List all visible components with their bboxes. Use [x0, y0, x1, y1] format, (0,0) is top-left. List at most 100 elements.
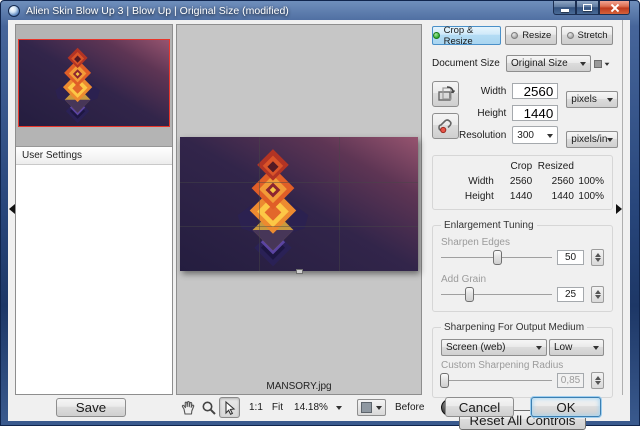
spin-down-icon: [595, 295, 601, 299]
slider-thumb[interactable]: [465, 287, 474, 302]
document-size-select[interactable]: Original Size: [506, 55, 591, 72]
crop-tool-button[interactable]: [219, 397, 240, 418]
spin-up-icon: [595, 376, 601, 380]
minimize-button[interactable]: [553, 1, 576, 15]
navigator-thumbnail-zone: [16, 25, 172, 147]
active-tab-dot-icon: [433, 32, 440, 39]
height-label: Height: [459, 108, 512, 119]
size-summary-group: Crop Resized Width 2560 2560 100% Height…: [432, 155, 613, 210]
crop-grid-line: [180, 182, 418, 183]
table-row: Height 1440 1440 100%: [439, 189, 606, 204]
slider-thumb[interactable]: [493, 250, 502, 265]
minimize-icon: [561, 9, 569, 12]
custom-radius-label: Custom Sharpening Radius: [441, 360, 604, 371]
bottom-bar: Save 1:1: [8, 394, 630, 421]
crop-column-header: Crop: [496, 159, 534, 174]
before-button[interactable]: Before: [395, 402, 424, 413]
lock-proportions-button[interactable]: [432, 113, 459, 139]
collapse-left-panel-arrow[interactable]: [9, 204, 15, 214]
mode-tabs: Crop & Resize Resize Stretch: [432, 26, 613, 45]
app-window: Alien Skin Blow Up 3 | Blow Up | Origina…: [0, 0, 640, 426]
zoom-actual-button[interactable]: 1:1: [249, 402, 263, 413]
rotate-crop-button[interactable]: [432, 81, 459, 107]
chevron-down-icon: [536, 346, 542, 353]
inactive-tab-dot-icon: [567, 32, 574, 39]
app-icon: [8, 5, 20, 17]
crop-grid-line: [259, 137, 260, 271]
presets-menu-button[interactable]: [591, 59, 613, 69]
color-swatch: [361, 402, 372, 413]
spin-up-icon: [595, 253, 601, 257]
background-color-select[interactable]: [357, 399, 386, 416]
maximize-icon: [583, 4, 592, 11]
add-grain-slider[interactable]: [441, 287, 552, 302]
cancel-button[interactable]: Cancel: [445, 397, 514, 417]
width-input[interactable]: [512, 83, 558, 99]
size-summary-table: Crop Resized Width 2560 2560 100% Height…: [439, 159, 606, 204]
magnifier-icon: [201, 400, 217, 416]
add-grain-spinner[interactable]: [591, 286, 604, 303]
presets-menu-icon: [594, 60, 602, 68]
custom-radius-spinner: [591, 372, 604, 389]
resolution-units-select[interactable]: pixels/in: [566, 131, 618, 148]
tab-resize[interactable]: Resize: [505, 26, 557, 45]
enlargement-tuning-group: Enlargement Tuning Sharpen Edges 50 Add …: [432, 220, 613, 312]
arrow-cursor-icon: [222, 400, 238, 416]
sharpen-edges-label: Sharpen Edges: [441, 237, 604, 248]
tab-stretch[interactable]: Stretch: [561, 26, 613, 45]
chevron-down-icon: [607, 98, 613, 105]
resolution-select[interactable]: 300: [512, 126, 558, 144]
output-medium-select[interactable]: Screen (web): [441, 339, 547, 356]
sharpening-amount-select[interactable]: Low: [549, 339, 604, 356]
output-sharpening-group: Sharpening For Output Medium Screen (web…: [432, 322, 613, 398]
crop-resize-panel: Crop & Resize Resize Stretch Document Si…: [425, 23, 618, 395]
chevron-down-icon: [580, 62, 586, 69]
preview-image[interactable]: [180, 137, 418, 271]
inactive-tab-dot-icon: [511, 32, 518, 39]
preview-area[interactable]: MANSORY.jpg: [176, 24, 422, 395]
slider-thumb[interactable]: [440, 373, 449, 388]
units-select[interactable]: pixels: [566, 91, 618, 108]
height-input[interactable]: [512, 105, 558, 121]
user-settings-list[interactable]: [16, 165, 172, 394]
zoom-fit-button[interactable]: Fit: [272, 402, 283, 413]
crop-grid-line: [339, 137, 340, 271]
enlargement-tuning-title: Enlargement Tuning: [441, 220, 537, 231]
chevron-down-icon: [336, 406, 342, 413]
hand-icon: [180, 400, 196, 416]
lock-proportions-icon: [437, 117, 455, 135]
chevron-down-icon: [376, 406, 382, 413]
filename-label: MANSORY.jpg: [177, 381, 421, 392]
navigator-thumbnail[interactable]: [18, 39, 170, 127]
close-button[interactable]: [599, 1, 630, 15]
sharpen-edges-value[interactable]: 50: [557, 250, 584, 265]
zoom-level-select[interactable]: 14.18%: [291, 401, 345, 414]
custom-radius-value: 0,85: [557, 373, 584, 388]
titlebar: Alien Skin Blow Up 3 | Blow Up | Origina…: [1, 1, 639, 20]
sharpen-edges-spinner[interactable]: [591, 249, 604, 266]
width-label: Width: [459, 86, 512, 97]
spin-down-icon: [595, 258, 601, 262]
custom-radius-slider[interactable]: [441, 373, 552, 388]
chevron-down-icon: [605, 62, 610, 68]
chevron-down-icon: [547, 134, 553, 141]
chevron-down-icon: [607, 138, 613, 145]
right-panel-divider: [622, 20, 623, 395]
output-sharpening-title: Sharpening For Output Medium: [441, 322, 587, 333]
dialog-content: User Settings MANSORY.jpg Crop &: [8, 20, 630, 421]
crop-grid-line: [180, 226, 418, 227]
sharpen-edges-slider[interactable]: [441, 250, 552, 265]
zoom-tool-button[interactable]: [198, 397, 219, 418]
rotate-crop-icon: [437, 85, 455, 103]
hand-tool-button[interactable]: [177, 397, 198, 418]
crop-handle[interactable]: [296, 269, 303, 274]
window-title: Alien Skin Blow Up 3 | Blow Up | Origina…: [26, 5, 289, 17]
ok-button[interactable]: OK: [531, 397, 601, 417]
maximize-button[interactable]: [576, 1, 599, 15]
add-grain-value[interactable]: 25: [557, 287, 584, 302]
table-row: Width 2560 2560 100%: [439, 174, 606, 189]
spin-down-icon: [595, 381, 601, 385]
save-button[interactable]: Save: [56, 398, 126, 417]
tab-crop-and-resize[interactable]: Crop & Resize: [432, 26, 501, 45]
resolution-label: Resolution: [459, 130, 512, 141]
